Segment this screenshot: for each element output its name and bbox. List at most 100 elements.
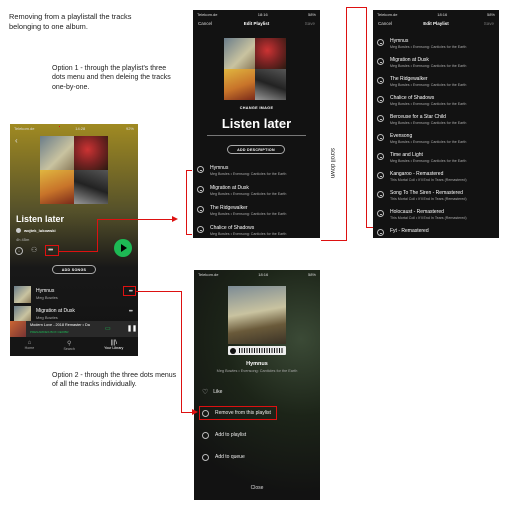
track-title: Migration at Dusk <box>390 57 429 63</box>
edit-playlist-header: Edit Playlist <box>243 21 270 26</box>
mini-player-device: PRENARIDES BOX CEFIBR <box>30 330 69 334</box>
remove-track-icon[interactable] <box>377 77 384 84</box>
playlist-cover <box>40 136 108 204</box>
track-row[interactable]: Migration at Dusk Meg Bowles • Evensong: … <box>193 184 320 204</box>
heart-icon: ♡ <box>202 389 209 396</box>
track-row[interactable]: Time and Light Meg Bowles • Evensong: Can… <box>373 151 499 170</box>
remove-track-icon[interactable] <box>377 115 384 122</box>
track-subtitle: Meg Bowles • Evensong: Canticles for the… <box>390 121 467 125</box>
track-subtitle: This Mortal Coil • It'll End In Tears (R… <box>390 178 467 182</box>
track-subtitle: Meg Bowles • Evensong: Canticles for the… <box>390 64 467 68</box>
spotify-code <box>228 346 286 355</box>
track-row[interactable]: Hymnus Meg Bowles ••• <box>10 286 138 304</box>
track-row[interactable]: Holocaust - Remastered This Mortal Coil •… <box>373 208 499 227</box>
remove-track-icon[interactable] <box>377 210 384 217</box>
track-row[interactable]: The Ridgewalker Meg Bowles • Evensong: Ca… <box>193 204 320 224</box>
remove-track-icon[interactable] <box>377 172 384 179</box>
track-title: Migration at Dusk <box>36 308 75 314</box>
status-bar: Telekom.de 18:16 58% <box>377 11 495 17</box>
option2-connector <box>136 291 181 292</box>
remove-track-icon[interactable] <box>377 153 384 160</box>
remove-track-icon[interactable] <box>377 134 384 141</box>
track-row[interactable]: Chalice of Shadows Meg Bowles • Evensong:… <box>193 224 320 238</box>
status-bar: Telekom.de 18:16 58% <box>197 11 316 17</box>
highlight-playlist-menu <box>45 245 59 256</box>
track-bracket <box>186 170 187 234</box>
track-row[interactable]: Hymnus Meg Bowles • Evensong: Canticles f… <box>193 164 320 184</box>
track-row[interactable]: Fyt - Remastered <box>373 227 499 238</box>
close-button[interactable]: Close <box>194 485 320 491</box>
track-row[interactable]: Evensong Meg Bowles • Evensong: Canticles… <box>373 132 499 151</box>
track-subtitle: Meg Bowles • Evensong: Canticles for the… <box>390 159 467 163</box>
track-title: Holocaust - Remastered <box>390 209 444 215</box>
track-subtitle: Meg Bowles • Evensong: Canticles for the… <box>390 140 467 144</box>
track-artist: Meg Bowles <box>36 295 58 300</box>
option2-note: Option 2 - through the three dots menus … <box>52 372 177 389</box>
track-title: Fyt - Remastered <box>390 228 429 234</box>
arrow-head-icon <box>192 409 198 415</box>
remove-track-icon[interactable] <box>197 166 204 173</box>
track-row[interactable]: Berceuse for a Star Child Meg Bowles • Ev… <box>373 113 499 132</box>
scroll-connector <box>346 7 347 241</box>
remove-track-icon[interactable] <box>197 186 204 193</box>
add-to-playlist-option[interactable]: Add to playlist <box>202 429 312 441</box>
add-songs-button[interactable]: ADD SONGS <box>52 265 96 274</box>
connector-line <box>97 219 98 252</box>
owner-name[interactable]: wojtek_lukowski <box>24 228 56 233</box>
change-image-button[interactable]: CHANGE IMAGE <box>193 106 320 110</box>
search-icon: ⚲ <box>66 341 72 347</box>
track-row[interactable]: Chalice of Shadows Meg Bowles • Evensong:… <box>373 94 499 113</box>
add-to-queue-option[interactable]: Add to queue <box>202 451 312 463</box>
download-icon[interactable]: ↓ <box>15 247 23 255</box>
remove-track-icon[interactable] <box>377 58 384 65</box>
track-subtitle: Meg Bowles • Evensong: Canticles for the… <box>390 102 467 106</box>
connector-line <box>97 219 174 220</box>
remove-track-icon[interactable] <box>377 96 384 103</box>
nav-home[interactable]: ⌂ Home <box>25 340 35 356</box>
add-description-button[interactable]: ADD DESCRIPTION <box>227 145 285 154</box>
like-option[interactable]: ♡ Like <box>202 386 312 398</box>
pause-icon[interactable]: ❚❚ <box>127 325 137 332</box>
track-more-icon[interactable]: ••• <box>129 309 133 315</box>
track-subtitle: This Mortal Coil • It'll End In Tears (R… <box>390 197 467 201</box>
spotify-logo-icon <box>230 347 236 354</box>
mini-player-artist: Da <box>84 323 90 327</box>
remove-track-icon[interactable] <box>377 39 384 46</box>
track-subtitle: Meg Bowles • Evensong: Canticles for the… <box>390 45 467 49</box>
option1-note: Option 1 - through the playlist's three … <box>52 65 171 91</box>
nav-search[interactable]: ⚲ Search <box>63 340 74 356</box>
mini-player[interactable]: Modern Love - 2018 Remaster • Da PRENARI… <box>10 321 138 337</box>
track-row[interactable]: The Ridgewalker Meg Bowles • Evensong: Ca… <box>373 75 499 94</box>
intro-note: Removing from a playlistall the tracks b… <box>9 12 132 31</box>
play-button[interactable] <box>114 239 132 257</box>
scroll-down-note: scroll down <box>329 148 335 179</box>
track-title: Hymnus <box>36 288 55 294</box>
playlist-title-field[interactable]: Listen later <box>203 116 310 131</box>
remove-track-icon[interactable] <box>377 229 384 236</box>
track-row[interactable]: Kangaroo - Remastered This Mortal Coil • … <box>373 170 499 189</box>
track-row[interactable]: Song To The Siren - Remastered This Morta… <box>373 189 499 208</box>
track-title: Kangaroo - Remastered <box>390 171 444 177</box>
avatar <box>16 228 21 233</box>
playlist-cover <box>224 38 286 100</box>
save-button[interactable]: Save <box>484 21 494 26</box>
remove-track-icon[interactable] <box>377 191 384 198</box>
track-title: Hymnus <box>390 38 409 44</box>
track-row[interactable]: Migration at Dusk Meg Bowles • Evensong: … <box>373 56 499 75</box>
nav-library[interactable]: |||\ Your Library <box>104 340 123 356</box>
track-row[interactable]: Hymnus Meg Bowles • Evensong: Canticles f… <box>373 37 499 56</box>
track-title: Time and Light <box>390 152 423 158</box>
remove-track-icon[interactable] <box>197 206 204 213</box>
save-button[interactable]: Save <box>305 21 315 26</box>
devices-icon[interactable]: ▭ <box>105 325 111 332</box>
track-bracket <box>366 7 367 227</box>
status-bar: Telekom.de 18:16 58% <box>198 271 316 277</box>
play-icon <box>121 244 127 252</box>
highlight-track-menu <box>123 286 136 296</box>
back-arrow-icon[interactable]: ‹ <box>15 136 18 145</box>
track-menu-screen: Telekom.de 18:16 58% Hymnus Meg Bowles •… <box>194 270 320 500</box>
remove-track-icon[interactable] <box>197 226 204 233</box>
track-title: Chalice of Shadows <box>390 95 435 101</box>
add-user-icon[interactable]: ⚇ <box>31 246 37 254</box>
scroll-connector <box>321 240 347 241</box>
